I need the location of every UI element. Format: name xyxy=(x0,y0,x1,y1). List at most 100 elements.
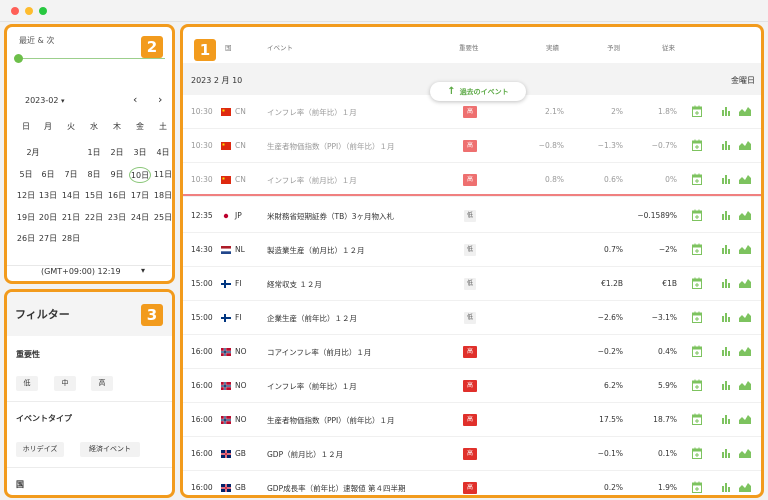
event-row[interactable]: 10:30 CN インフレ率（前月比）１月 高 0.8% 0.6% 0% xyxy=(183,163,761,197)
bar-chart-icon[interactable] xyxy=(721,448,731,458)
bar-chart-icon[interactable] xyxy=(721,244,731,254)
add-to-calendar-icon[interactable] xyxy=(692,209,702,221)
calendar-day[interactable]: 7日 xyxy=(60,167,82,183)
calendar-day[interactable]: 22日 xyxy=(83,210,105,226)
event-row[interactable]: 12:35 JP 米財務省短期証券（TB）3ヶ月物入札 低 −0.1589% xyxy=(183,199,761,233)
bar-chart-icon[interactable] xyxy=(721,346,731,356)
calendar-day[interactable]: 6日 xyxy=(37,167,59,183)
add-to-calendar-icon[interactable] xyxy=(692,481,702,493)
panel-badge-1: 1 xyxy=(194,39,216,61)
bar-chart-icon[interactable] xyxy=(721,140,731,150)
past-events-button[interactable]: ↑ 過去のイベント xyxy=(430,82,526,101)
calendar-day[interactable]: 23日 xyxy=(106,210,128,226)
event-time: 15:00 xyxy=(191,313,213,322)
calendar-day[interactable]: 25日 xyxy=(152,210,172,226)
calendar-day[interactable]: 24日 xyxy=(129,210,151,226)
calendar-day[interactable]: 27日 xyxy=(37,231,59,247)
area-chart-icon[interactable] xyxy=(739,312,751,322)
maximize-window-button[interactable] xyxy=(39,7,47,15)
bar-chart-icon[interactable] xyxy=(721,414,731,424)
area-chart-icon[interactable] xyxy=(739,210,751,220)
bar-chart-icon[interactable] xyxy=(721,106,731,116)
calendar-day[interactable]: 8日 xyxy=(83,167,105,183)
event-country: NO xyxy=(235,381,247,390)
area-chart-icon[interactable] xyxy=(739,140,751,150)
event-row[interactable]: 15:00 FI 企業生産（前年比）１２月 低 −2.6% −3.1% xyxy=(183,301,761,335)
bar-chart-icon[interactable] xyxy=(721,380,731,390)
area-chart-icon[interactable] xyxy=(739,244,751,254)
add-to-calendar-icon[interactable] xyxy=(692,447,702,459)
event-type-economic-chip[interactable]: 経済イベント xyxy=(80,442,140,457)
calendar-day[interactable]: 17日 xyxy=(129,188,151,204)
add-to-calendar-icon[interactable] xyxy=(692,413,702,425)
event-time: 15:00 xyxy=(191,279,213,288)
bar-chart-icon[interactable] xyxy=(721,312,731,322)
calendar-day-selected[interactable]: 10日 xyxy=(129,166,151,183)
cn-flag-icon xyxy=(221,108,231,116)
timezone-caret-icon[interactable]: ▾ xyxy=(141,266,145,275)
area-chart-icon[interactable] xyxy=(739,278,751,288)
add-to-calendar-icon[interactable] xyxy=(692,105,702,117)
add-to-calendar-icon[interactable] xyxy=(692,173,702,185)
calendar-day[interactable]: 12日 xyxy=(15,188,37,204)
area-chart-icon[interactable] xyxy=(739,174,751,184)
prev-month-button[interactable]: ‹ xyxy=(133,93,137,106)
importance-high-chip[interactable]: 高 xyxy=(91,376,113,391)
importance-low-chip[interactable]: 低 xyxy=(16,376,38,391)
event-type-holidays-chip[interactable]: ホリデイズ xyxy=(16,442,64,457)
calendar-day[interactable]: 16日 xyxy=(106,188,128,204)
area-chart-icon[interactable] xyxy=(739,448,751,458)
calendar-day[interactable]: 9日 xyxy=(106,167,128,183)
calendar-day[interactable]: 3日 xyxy=(129,145,151,161)
calendar-day[interactable]: 1日 xyxy=(83,145,105,161)
calendar-day[interactable]: 18日 xyxy=(152,188,172,204)
calendar-day[interactable]: 21日 xyxy=(60,210,82,226)
bar-chart-icon[interactable] xyxy=(721,210,731,220)
timezone-selector[interactable]: (GMT+09:00) 12:19 xyxy=(41,267,121,276)
calendar-day[interactable]: 20日 xyxy=(37,210,59,226)
minimize-window-button[interactable] xyxy=(25,7,33,15)
add-to-calendar-icon[interactable] xyxy=(692,379,702,391)
event-row[interactable]: 16:00 GB GDP（前月比）１２月 高 −0.1% 0.1% xyxy=(183,437,761,471)
event-time: 16:00 xyxy=(191,449,213,458)
add-to-calendar-icon[interactable] xyxy=(692,139,702,151)
bar-chart-icon[interactable] xyxy=(721,278,731,288)
calendar-day[interactable]: 5日 xyxy=(15,167,37,183)
area-chart-icon[interactable] xyxy=(739,346,751,356)
calendar-day[interactable]: 2日 xyxy=(106,145,128,161)
event-row[interactable]: 16:00 NO インフレ率（前年比）１月 高 6.2% 5.9% xyxy=(183,369,761,403)
bar-chart-icon[interactable] xyxy=(721,482,731,492)
importance-medium-chip[interactable]: 中 xyxy=(54,376,76,391)
calendar-day[interactable]: 13日 xyxy=(37,188,59,204)
event-row[interactable]: 14:30 NL 製造業生産（前月比）１２月 低 0.7% −2% xyxy=(183,233,761,267)
area-chart-icon[interactable] xyxy=(739,414,751,424)
bar-chart-icon[interactable] xyxy=(721,174,731,184)
event-row[interactable]: 16:00 NO コアインフレ率（前月比）１月 高 −0.2% 0.4% xyxy=(183,335,761,369)
calendar-day[interactable]: 19日 xyxy=(15,210,37,226)
calendar-day[interactable]: 26日 xyxy=(15,231,37,247)
calendar-day[interactable]: 4日 xyxy=(152,145,172,161)
event-row[interactable]: 15:00 FI 経常収支 １２月 低 €1.2B €1B xyxy=(183,267,761,301)
next-month-button[interactable]: › xyxy=(158,93,162,106)
area-chart-icon[interactable] xyxy=(739,482,751,492)
calendar-day[interactable]: 14日 xyxy=(60,188,82,204)
calendar-day[interactable]: 11日 xyxy=(152,167,172,183)
calendar-day[interactable]: 28日 xyxy=(60,231,82,247)
importance-badge: 高 xyxy=(463,140,477,152)
add-to-calendar-icon[interactable] xyxy=(692,243,702,255)
area-chart-icon[interactable] xyxy=(739,106,751,116)
calendar-day[interactable]: 15日 xyxy=(83,188,105,204)
event-country: GB xyxy=(235,483,246,492)
add-to-calendar-icon[interactable] xyxy=(692,311,702,323)
add-to-calendar-icon[interactable] xyxy=(692,345,702,357)
area-chart-icon[interactable] xyxy=(739,380,751,390)
range-slider-track[interactable] xyxy=(17,58,165,59)
close-window-button[interactable] xyxy=(11,7,19,15)
event-row[interactable]: 10:30 CN 生産者物価指数（PPI）（前年比）１月 高 −0.8% −1.3% −0.… xyxy=(183,129,761,163)
month-selector[interactable]: 2023-02 ▾ xyxy=(25,96,65,105)
event-row[interactable]: 16:00 NO 生産者物価指数（PPI）（前年比）１月 高 17.5% 18.7% xyxy=(183,403,761,437)
range-slider-handle[interactable] xyxy=(14,54,23,63)
event-row[interactable]: 16:00 GB GDP成長率（前年比）速報値 第４四半期 高 0.2% 1.9% xyxy=(183,471,761,495)
current-time-line xyxy=(183,194,761,196)
add-to-calendar-icon[interactable] xyxy=(692,277,702,289)
